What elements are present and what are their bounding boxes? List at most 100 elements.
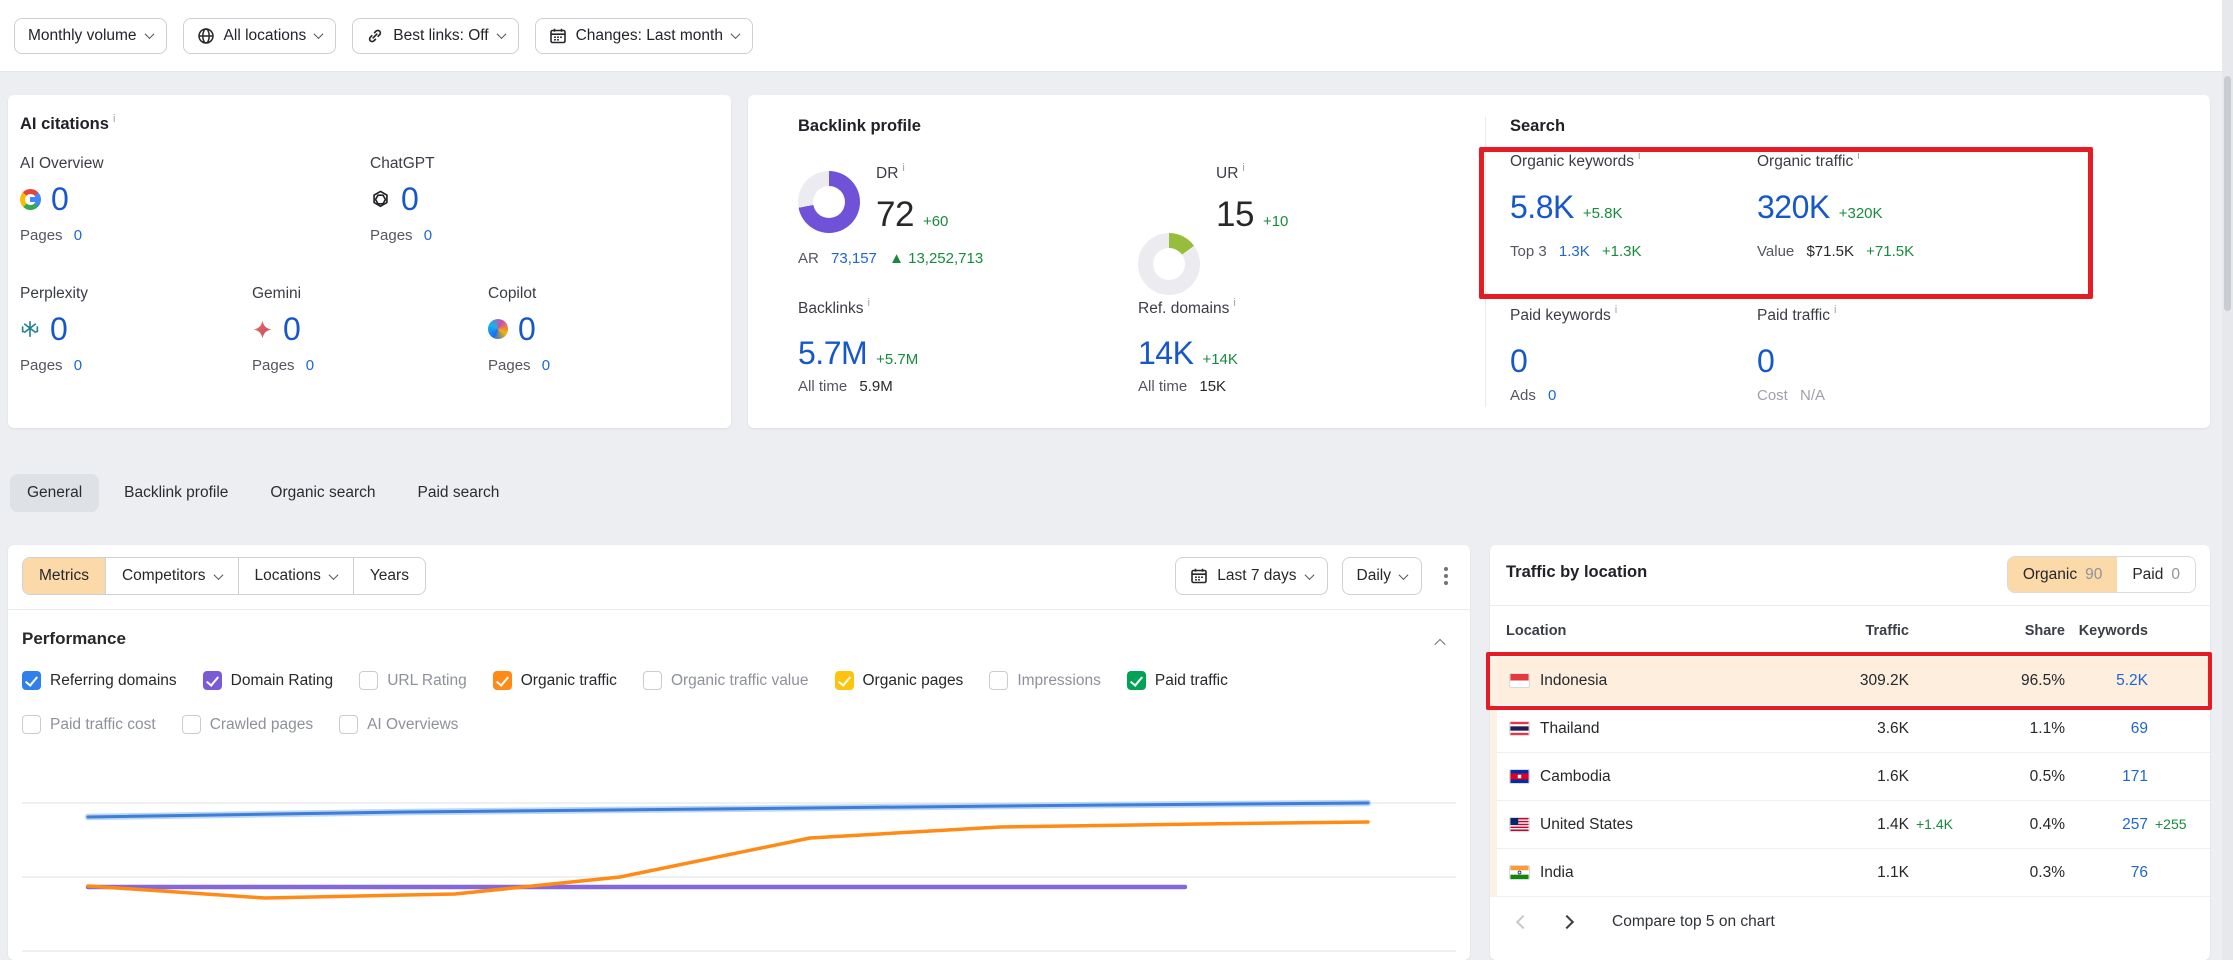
table-row-indonesia[interactable]: Indonesia 309.2K 96.5% 5.2K xyxy=(1497,657,2210,705)
gemini-pages-link[interactable]: 0 xyxy=(306,357,314,374)
granularity-dropdown[interactable]: Daily xyxy=(1342,557,1422,595)
performance-title: Performance xyxy=(22,629,126,649)
organic-paid-toggle: Organic 90 Paid 0 xyxy=(2007,556,2196,593)
backlinks-value-row: 5.7M +5.7M xyxy=(798,337,918,369)
date-range-dropdown[interactable]: Last 7 days xyxy=(1175,557,1327,595)
openai-icon xyxy=(370,189,391,210)
flag-thailand-icon xyxy=(1509,721,1530,736)
gemini-icon xyxy=(252,319,273,340)
organic-traffic-change: +320K xyxy=(1839,205,1883,222)
copilot-label: Copilot xyxy=(488,285,708,303)
ar-value[interactable]: 73,157 xyxy=(831,250,877,267)
paid-keywords-value[interactable]: 0 xyxy=(1510,345,1527,377)
flag-india-icon xyxy=(1509,865,1530,880)
table-row-thailand[interactable]: Thailand 3.6K 1.1% 69 xyxy=(1497,705,2210,753)
organic-keywords-change: +5.8K xyxy=(1583,205,1623,222)
tab-paid-search[interactable]: Paid search xyxy=(401,474,517,512)
backlink-search-card: Backlink profile DR 72 +60 AR 73,157 ▲ 1… xyxy=(748,95,2210,428)
performance-line-chart[interactable] xyxy=(8,745,1470,960)
ref-domains-alltime-value: 15K xyxy=(1199,378,1226,395)
calendar-icon xyxy=(1190,567,1208,585)
ads-value[interactable]: 0 xyxy=(1548,387,1556,404)
organic-count: 90 xyxy=(2085,566,2102,584)
chatgpt-pages-link[interactable]: 0 xyxy=(424,227,432,244)
metric-impressions[interactable]: Impressions xyxy=(989,671,1101,690)
link-icon xyxy=(366,27,384,45)
location-name: Cambodia xyxy=(1540,768,1611,786)
cost-row: Cost N/A xyxy=(1757,387,1825,404)
metric-organic-traffic[interactable]: Organic traffic xyxy=(493,671,617,690)
tab-backlink-profile[interactable]: Backlink profile xyxy=(107,474,245,512)
paid-traffic-value[interactable]: 0 xyxy=(1757,345,1774,377)
toggle-paid[interactable]: Paid 0 xyxy=(2117,557,2195,592)
scrollbar-thumb[interactable] xyxy=(2224,76,2231,311)
metric-organic-traffic-value[interactable]: Organic traffic value xyxy=(643,671,809,690)
more-options-kebab-icon[interactable] xyxy=(1444,574,1448,578)
metric-paid-traffic-cost[interactable]: Paid traffic cost xyxy=(22,715,156,734)
segment-locations[interactable]: Locations xyxy=(238,558,353,594)
ref-domains-alltime-row: All time 15K xyxy=(1138,378,1226,395)
share-value: 0.5% xyxy=(1965,768,2065,786)
keywords-link[interactable]: 171 xyxy=(2065,768,2148,786)
toggle-organic[interactable]: Organic 90 xyxy=(2008,557,2118,592)
organic-traffic-value[interactable]: 320K xyxy=(1757,191,1830,223)
keywords-link[interactable]: 69 xyxy=(2065,720,2148,738)
metric-organic-pages[interactable]: Organic pages xyxy=(835,671,964,690)
backlinks-value[interactable]: 5.7M xyxy=(798,337,867,369)
table-row-cambodia[interactable]: Cambodia 1.6K 0.5% 171 xyxy=(1497,753,2210,801)
changes-dropdown[interactable]: Changes: Last month xyxy=(535,18,753,54)
metric-toggles-row1: Referring domains Domain Rating URL Rati… xyxy=(22,671,1228,690)
table-row-india[interactable]: India 1.1K 0.3% 76 xyxy=(1497,849,2210,897)
ai-overview-pages-link[interactable]: 0 xyxy=(74,227,82,244)
cost-label: Cost xyxy=(1757,387,1788,404)
copilot-pages-link[interactable]: 0 xyxy=(542,357,550,374)
collapse-chevron-up-icon[interactable] xyxy=(1434,639,1445,650)
table-row-united-states[interactable]: United States 1.4K+1.4K 0.4% 257+255 xyxy=(1497,801,2210,849)
keywords-link[interactable]: 76 xyxy=(2065,864,2148,882)
metric-domain-rating[interactable]: Domain Rating xyxy=(203,671,334,690)
traffic-value-amount: $71.5K xyxy=(1806,243,1854,260)
metric-crawled-pages[interactable]: Crawled pages xyxy=(182,715,313,734)
value-label: Value xyxy=(1757,243,1794,260)
ref-domains-value[interactable]: 14K xyxy=(1138,337,1193,369)
chevron-down-icon xyxy=(314,29,324,39)
perplexity-label: Perplexity xyxy=(20,285,240,303)
share-value: 0.4% xyxy=(1965,816,2065,834)
metric-referring-domains[interactable]: Referring domains xyxy=(22,671,177,690)
compare-top5-link[interactable]: Compare top 5 on chart xyxy=(1612,913,1775,931)
checkbox-checked-icon xyxy=(203,671,222,690)
traffic-value: 3.6K xyxy=(1815,720,1909,738)
keywords-link[interactable]: 5.2K xyxy=(2065,672,2148,690)
next-page-arrow-icon[interactable] xyxy=(1560,915,1574,929)
locations-dropdown[interactable]: All locations xyxy=(183,18,337,54)
metric-ai-overviews[interactable]: AI Overviews xyxy=(339,715,458,734)
perplexity-pages-link[interactable]: 0 xyxy=(74,357,82,374)
organic-keywords-value[interactable]: 5.8K xyxy=(1510,191,1574,223)
ads-label: Ads xyxy=(1510,387,1536,404)
gemini-value: 0 xyxy=(283,313,300,345)
best-links-label: Best links: Off xyxy=(393,27,488,45)
dr-donut-gauge xyxy=(798,171,860,233)
ai-overview-label: AI Overview xyxy=(20,155,360,173)
cost-value: N/A xyxy=(1800,387,1825,404)
metric-paid-traffic[interactable]: Paid traffic xyxy=(1127,671,1228,690)
traffic-value: 1.6K xyxy=(1815,768,1909,786)
top3-value[interactable]: 1.3K xyxy=(1559,243,1590,260)
tab-general[interactable]: General xyxy=(10,474,99,512)
segment-years[interactable]: Years xyxy=(353,558,425,594)
metric-url-rating[interactable]: URL Rating xyxy=(359,671,467,690)
keywords-link[interactable]: 257 xyxy=(2065,816,2148,834)
tab-organic-search[interactable]: Organic search xyxy=(253,474,392,512)
chevron-down-icon xyxy=(144,29,154,39)
section-divider xyxy=(1485,117,1486,407)
best-links-dropdown[interactable]: Best links: Off xyxy=(352,18,518,54)
monthly-volume-dropdown[interactable]: Monthly volume xyxy=(14,18,167,54)
metric-toggles-row2: Paid traffic cost Crawled pages AI Overv… xyxy=(22,715,458,734)
perplexity-icon xyxy=(20,319,40,339)
segment-competitors[interactable]: Competitors xyxy=(105,558,238,594)
chevron-down-icon xyxy=(328,570,338,580)
ur-value: 15 xyxy=(1216,197,1254,232)
checkbox-unchecked-icon xyxy=(339,715,358,734)
previous-page-arrow-icon[interactable] xyxy=(1516,915,1530,929)
segment-metrics[interactable]: Metrics xyxy=(23,558,105,594)
